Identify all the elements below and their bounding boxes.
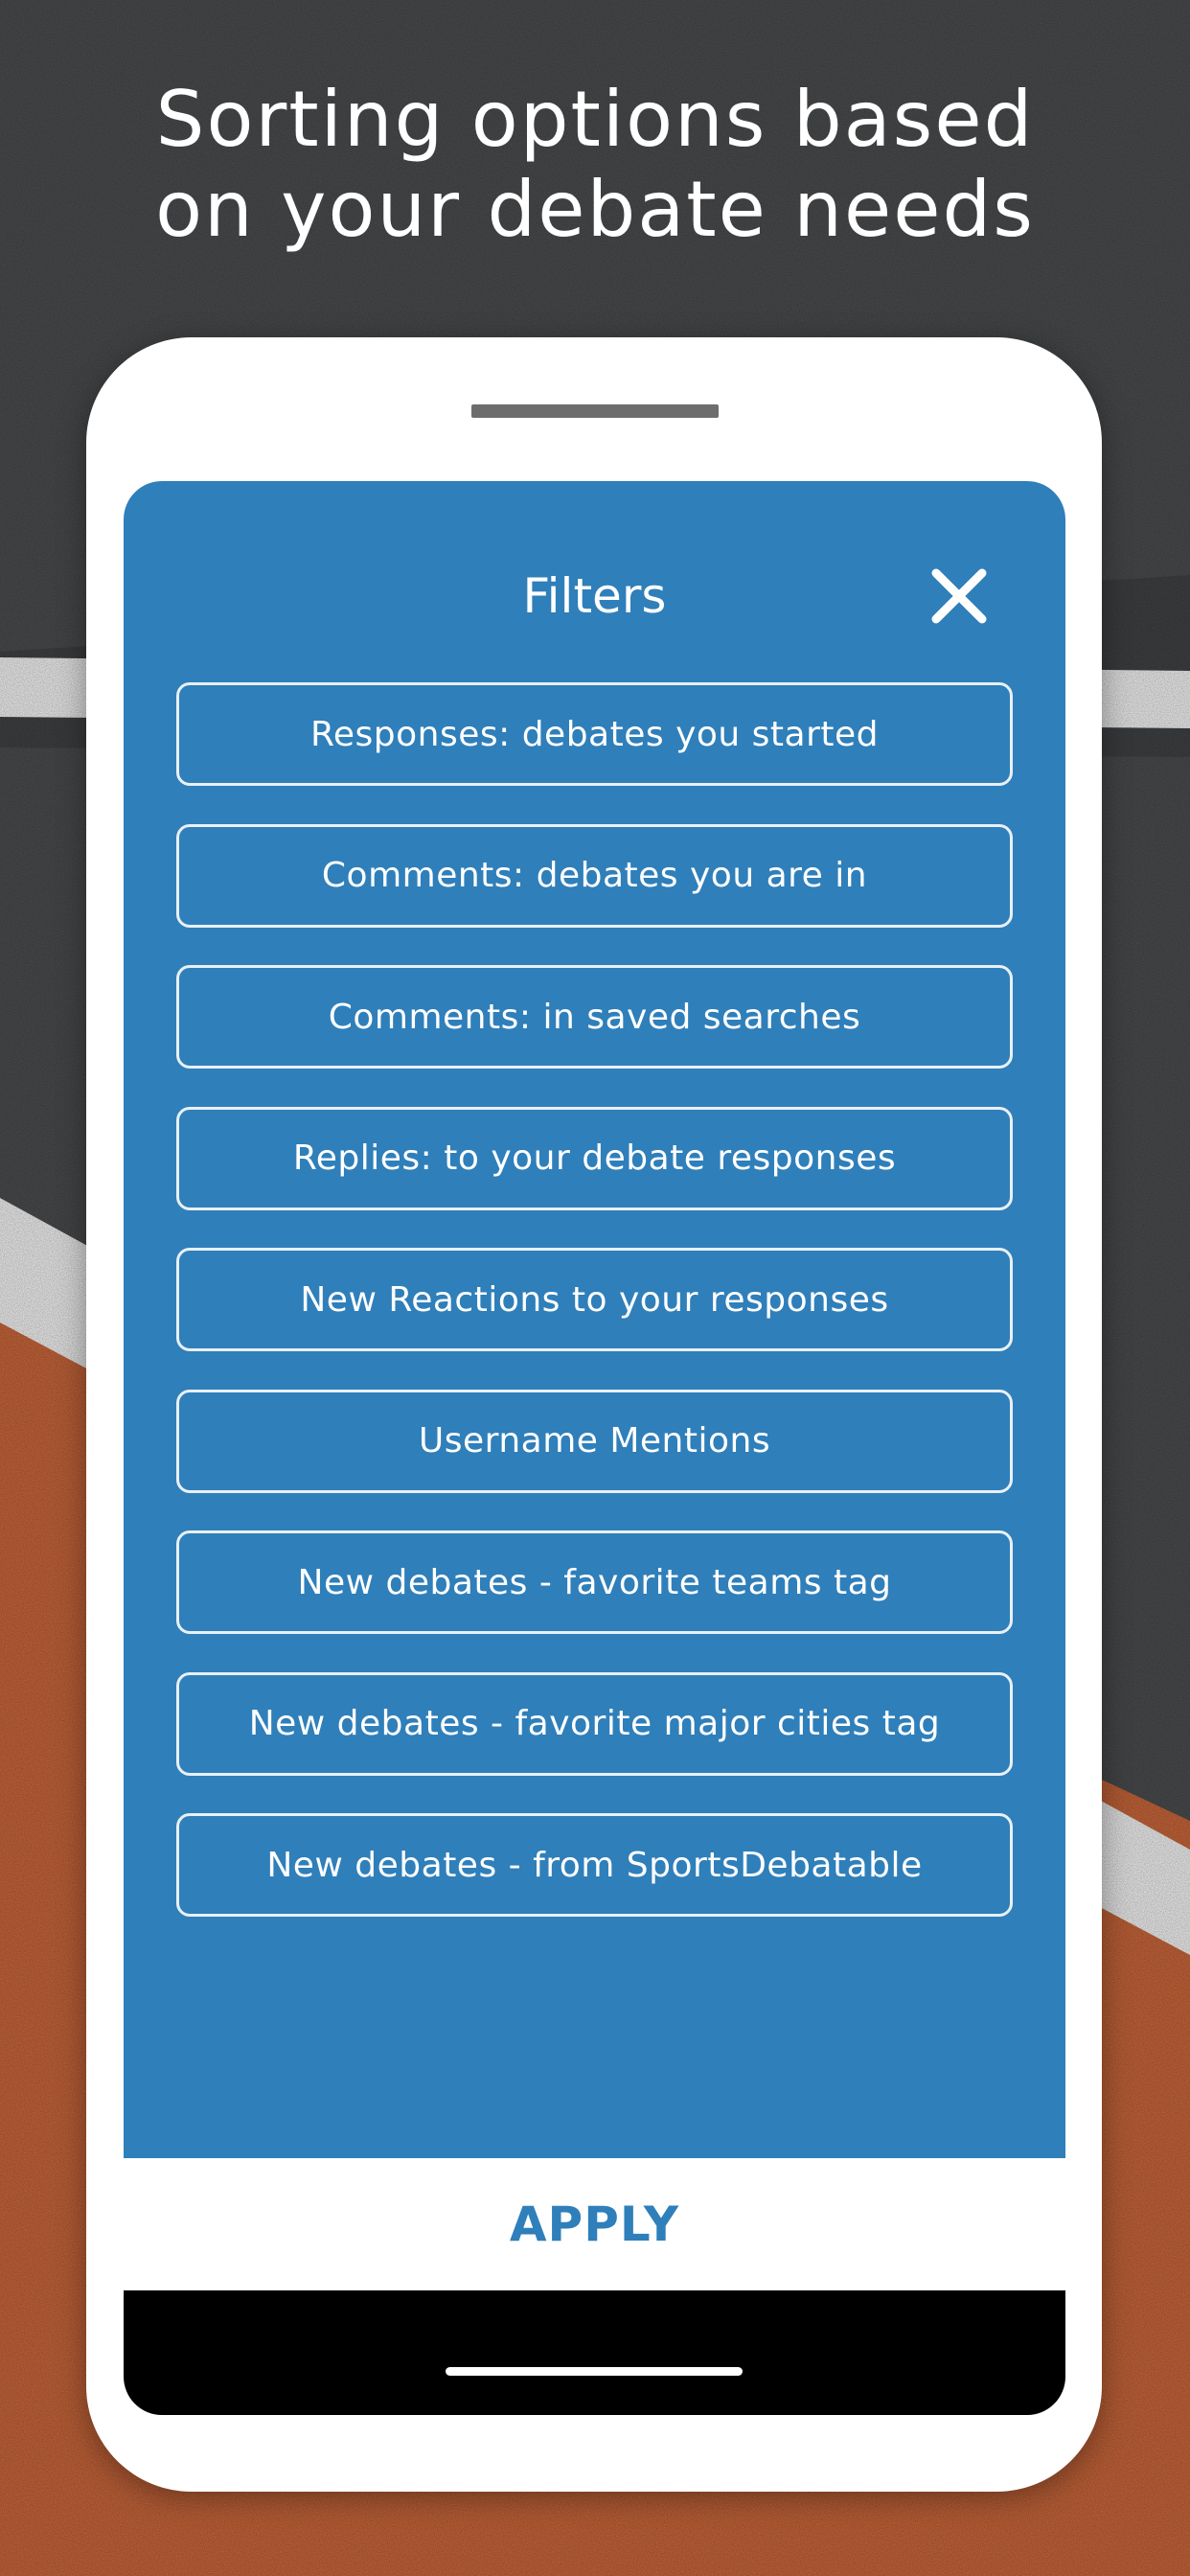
home-bar (124, 2290, 1065, 2415)
headline-line-1: Sorting options based (155, 75, 1035, 164)
filter-options-list: Responses: debates you started Comments:… (176, 682, 1013, 1955)
phone-frame: Filters Responses: debates you started C… (86, 337, 1102, 2492)
close-button[interactable] (928, 565, 990, 627)
apply-bar: APPLY (124, 2158, 1065, 2290)
filters-title: Filters (522, 568, 667, 624)
filters-panel: Filters Responses: debates you started C… (124, 481, 1065, 2158)
filter-option-comments-saved-searches[interactable]: Comments: in saved searches (176, 965, 1013, 1069)
filter-option-favorite-cities[interactable]: New debates - favorite major cities tag (176, 1671, 1013, 1776)
marketing-headline: Sorting options based on your debate nee… (0, 75, 1190, 255)
filter-option-new-reactions[interactable]: New Reactions to your responses (176, 1248, 1013, 1351)
filter-option-responses-started[interactable]: Responses: debates you started (176, 682, 1013, 786)
filter-option-username-mentions[interactable]: Username Mentions (176, 1389, 1013, 1493)
headline-line-2: on your debate needs (155, 165, 1035, 254)
filter-option-sportsdebatable[interactable]: New debates - from SportsDebatable (176, 1813, 1013, 1917)
phone-screen: Filters Responses: debates you started C… (124, 481, 1065, 2415)
close-icon (931, 568, 987, 624)
phone-speaker (471, 404, 719, 418)
filter-option-replies[interactable]: Replies: to your debate responses (176, 1106, 1013, 1210)
apply-button[interactable]: APPLY (510, 2196, 679, 2252)
filter-option-favorite-teams[interactable]: New debates - favorite teams tag (176, 1530, 1013, 1634)
filter-option-comments-debates-in[interactable]: Comments: debates you are in (176, 823, 1013, 928)
home-indicator[interactable] (446, 2367, 743, 2376)
